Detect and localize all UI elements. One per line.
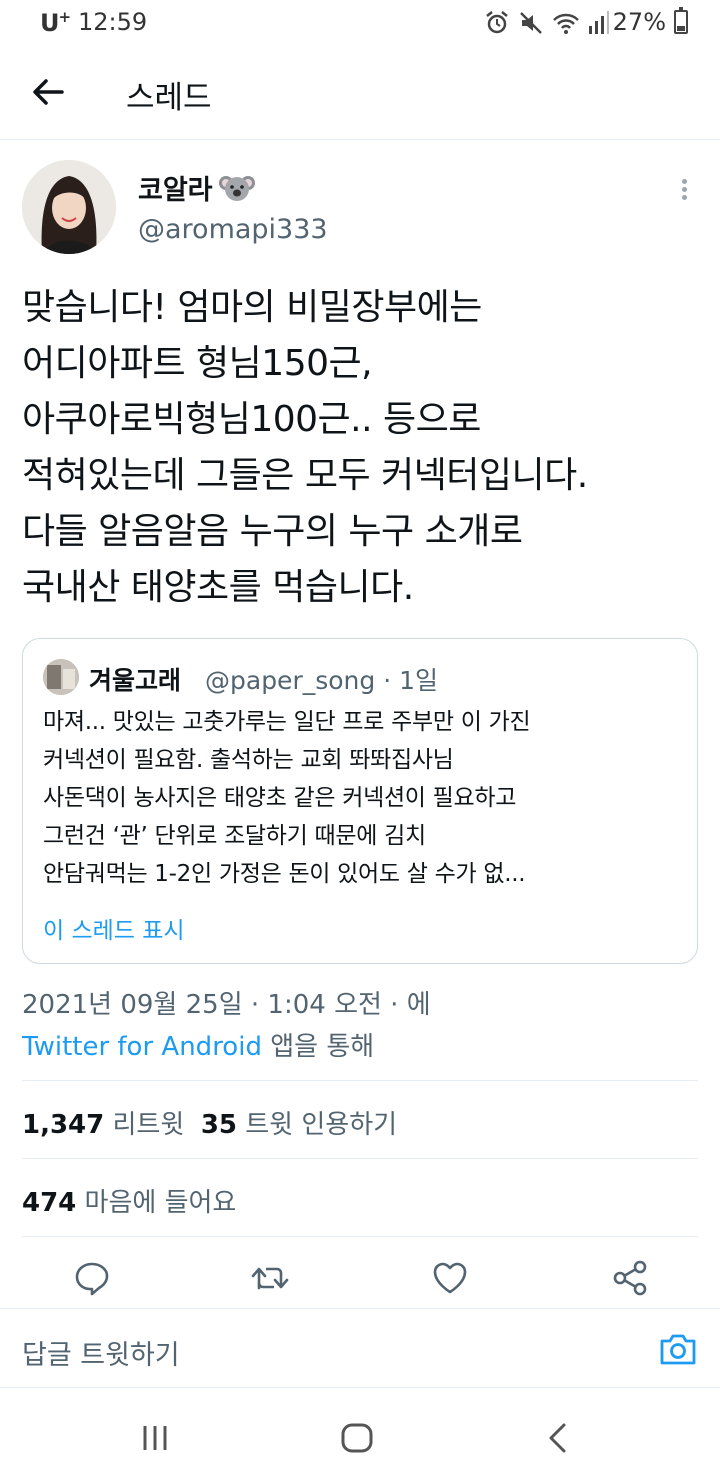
status-bar: U+ 12:59 27% <box>0 0 720 44</box>
tweet-source: Twitter for Android 앱을 통해 <box>22 1032 375 1062</box>
page-title: 스레드 <box>126 80 212 116</box>
author-handle[interactable]: @aromapi333 <box>138 214 328 245</box>
battery-icon <box>674 7 688 34</box>
reply-button[interactable] <box>72 1258 112 1298</box>
more-options-button[interactable] <box>672 176 696 206</box>
like-icon <box>433 1262 467 1294</box>
recent-apps-icon <box>143 1426 167 1450</box>
home-button[interactable] <box>340 1422 374 1454</box>
recent-apps-button[interactable] <box>140 1424 170 1452</box>
reply-composer: 답글 트윗하기 <box>0 1308 720 1388</box>
reply-input[interactable]: 답글 트윗하기 <box>22 1333 180 1372</box>
divider <box>22 1158 698 1159</box>
system-back-button[interactable] <box>546 1422 570 1454</box>
likes-stats[interactable]: 474 마음에 들어요 <box>22 1182 236 1219</box>
carrier-label: U+ <box>40 8 71 37</box>
author-name[interactable]: 코알라 <box>138 168 255 207</box>
retweet-icon <box>251 1267 289 1290</box>
quotes-count: 35 <box>200 1110 237 1140</box>
likes-count: 474 <box>22 1188 77 1218</box>
mute-icon <box>518 10 544 40</box>
like-button[interactable] <box>430 1258 470 1298</box>
reply-icon <box>75 1262 109 1296</box>
show-thread-link[interactable]: 이 스레드 표시 <box>43 911 185 945</box>
system-nav-bar <box>0 1390 720 1480</box>
quoted-author-name: 겨울고래 <box>89 666 182 695</box>
source-app-link[interactable]: Twitter for Android <box>22 1032 262 1062</box>
camera-icon <box>660 1334 696 1365</box>
retweet-stats[interactable]: 1,347 리트윗 35 트윗 인용하기 <box>22 1104 397 1141</box>
koala-emoji-icon <box>218 173 255 203</box>
quoted-tweet-text: 마져... 맛있는 고춧가루는 일단 프로 주부만 이 가진 커넥션이 필요함.… <box>43 709 531 887</box>
tweet-text: 맞습니다! 엄마의 비밀장부에는 어디아파트 형님150근, 아쿠아로빅형님10… <box>22 287 588 608</box>
alarm-icon <box>484 10 510 40</box>
camera-button[interactable] <box>658 1331 698 1367</box>
retweet-button[interactable] <box>250 1258 290 1298</box>
quoted-author-handle: @paper_song · 1일 <box>205 666 438 695</box>
share-icon <box>613 1260 647 1296</box>
clock: 12:59 <box>78 8 148 36</box>
divider <box>22 1080 698 1081</box>
divider <box>22 1236 698 1237</box>
share-button[interactable] <box>610 1258 650 1298</box>
battery-level <box>677 25 685 31</box>
arrow-left-icon <box>33 79 64 105</box>
chevron-left-icon <box>549 1423 566 1453</box>
signal-icon <box>588 10 610 40</box>
quoted-avatar <box>43 659 79 695</box>
wifi-icon <box>552 10 580 40</box>
tweet-actions <box>0 1258 720 1302</box>
tweet-timestamp: 2021년 09월 25일 · 1:04 오전 · 에 <box>22 990 431 1020</box>
top-app-bar: 스레드 <box>0 44 720 140</box>
more-vertical-icon <box>681 179 687 184</box>
quoted-tweet-card[interactable]: 겨울고래 @paper_song · 1일 마져... 맛있는 고춧가루는 일단… <box>22 638 698 964</box>
avatar[interactable] <box>22 160 116 254</box>
battery-percent: 27% <box>612 8 666 36</box>
back-button[interactable] <box>26 70 70 114</box>
home-icon <box>341 1423 373 1453</box>
retweets-count: 1,347 <box>22 1110 105 1140</box>
